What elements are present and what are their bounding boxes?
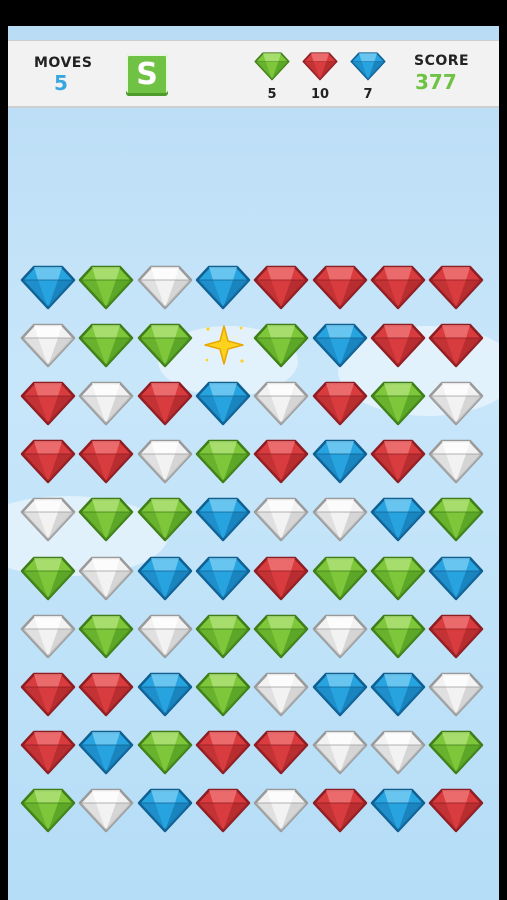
blue-gem[interactable]	[370, 671, 426, 717]
red-gem[interactable]	[428, 787, 484, 833]
red-gem[interactable]	[78, 671, 134, 717]
blue-gem[interactable]	[428, 555, 484, 601]
green-gem[interactable]	[137, 729, 193, 775]
green-gem[interactable]	[20, 787, 76, 833]
green-gem[interactable]	[370, 555, 426, 601]
blue-gem[interactable]	[195, 496, 251, 542]
blue-gem[interactable]	[195, 555, 251, 601]
red-gem[interactable]	[370, 322, 426, 368]
red-gem[interactable]	[253, 264, 309, 310]
blue-gem[interactable]	[137, 671, 193, 717]
white-gem[interactable]	[78, 380, 134, 426]
white-gem[interactable]	[428, 671, 484, 717]
blue-gem[interactable]	[195, 264, 251, 310]
green-gem[interactable]	[428, 496, 484, 542]
red-gem[interactable]	[195, 729, 251, 775]
sparkle-powerup-icon[interactable]	[199, 320, 249, 374]
blue-gem[interactable]	[370, 787, 426, 833]
red-gem[interactable]	[370, 264, 426, 310]
green-gem[interactable]	[195, 613, 251, 659]
blue-gem[interactable]	[78, 729, 134, 775]
blue-gem[interactable]	[312, 322, 368, 368]
white-gem[interactable]	[253, 380, 309, 426]
red-gem[interactable]	[428, 322, 484, 368]
blue-gem[interactable]	[195, 380, 251, 426]
red-gem[interactable]	[253, 555, 309, 601]
white-gem[interactable]	[137, 264, 193, 310]
green-gem[interactable]	[20, 555, 76, 601]
blue-gem[interactable]	[312, 671, 368, 717]
white-gem[interactable]	[312, 613, 368, 659]
white-gem[interactable]	[78, 787, 134, 833]
white-gem[interactable]	[78, 555, 134, 601]
gem-board	[8, 26, 499, 900]
red-gem[interactable]	[312, 380, 368, 426]
green-gem[interactable]	[78, 613, 134, 659]
white-gem[interactable]	[253, 787, 309, 833]
green-gem[interactable]	[428, 729, 484, 775]
green-gem[interactable]	[137, 322, 193, 368]
red-gem[interactable]	[20, 729, 76, 775]
green-gem[interactable]	[253, 613, 309, 659]
red-gem[interactable]	[253, 438, 309, 484]
white-gem[interactable]	[428, 438, 484, 484]
green-gem[interactable]	[195, 671, 251, 717]
green-gem[interactable]	[312, 555, 368, 601]
blue-gem[interactable]	[137, 787, 193, 833]
white-gem[interactable]	[312, 496, 368, 542]
game-screen: MOVES 5 S 5 10 7 SCORE 377	[8, 26, 499, 900]
red-gem[interactable]	[370, 438, 426, 484]
white-gem[interactable]	[137, 438, 193, 484]
red-gem[interactable]	[253, 729, 309, 775]
green-gem[interactable]	[370, 613, 426, 659]
green-gem[interactable]	[370, 380, 426, 426]
white-gem[interactable]	[428, 380, 484, 426]
white-gem[interactable]	[253, 496, 309, 542]
white-gem[interactable]	[20, 322, 76, 368]
white-gem[interactable]	[20, 613, 76, 659]
blue-gem[interactable]	[312, 438, 368, 484]
green-gem[interactable]	[78, 322, 134, 368]
green-gem[interactable]	[78, 496, 134, 542]
green-gem[interactable]	[78, 264, 134, 310]
blue-gem[interactable]	[20, 264, 76, 310]
white-gem[interactable]	[312, 729, 368, 775]
red-gem[interactable]	[20, 380, 76, 426]
red-gem[interactable]	[428, 264, 484, 310]
white-gem[interactable]	[20, 496, 76, 542]
red-gem[interactable]	[312, 787, 368, 833]
green-gem[interactable]	[137, 496, 193, 542]
red-gem[interactable]	[78, 438, 134, 484]
red-gem[interactable]	[20, 671, 76, 717]
blue-gem[interactable]	[137, 555, 193, 601]
blue-gem[interactable]	[370, 496, 426, 542]
white-gem[interactable]	[137, 613, 193, 659]
red-gem[interactable]	[428, 613, 484, 659]
white-gem[interactable]	[370, 729, 426, 775]
green-gem[interactable]	[195, 438, 251, 484]
red-gem[interactable]	[137, 380, 193, 426]
green-gem[interactable]	[253, 322, 309, 368]
red-gem[interactable]	[20, 438, 76, 484]
white-gem[interactable]	[253, 671, 309, 717]
red-gem[interactable]	[195, 787, 251, 833]
red-gem[interactable]	[312, 264, 368, 310]
